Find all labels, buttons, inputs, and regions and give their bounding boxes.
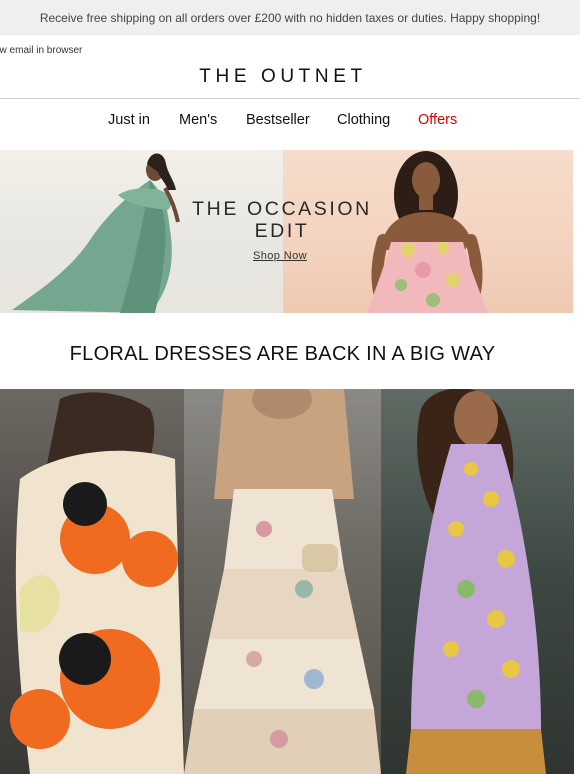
shop-now-link[interactable]: Shop Now bbox=[253, 250, 307, 262]
hero-title-line2: EDIT bbox=[254, 220, 310, 242]
nav-clothing[interactable]: Clothing bbox=[337, 112, 390, 128]
floral-photo-lilac[interactable] bbox=[381, 389, 574, 774]
woman-in-lilac-floral-dress-image bbox=[406, 389, 546, 774]
view-in-browser-link[interactable]: ew email in browser bbox=[0, 45, 82, 56]
main-nav: Just in Men's Bestseller Clothing Offers bbox=[0, 98, 580, 143]
floral-photo-orange[interactable] bbox=[0, 389, 184, 774]
brand-logo[interactable]: THE OUTNET bbox=[0, 66, 566, 88]
nav-offers[interactable]: Offers bbox=[418, 112, 457, 128]
promo-text: Receive free shipping on all orders over… bbox=[39, 10, 541, 25]
nav-mens[interactable]: Men's bbox=[179, 112, 217, 128]
floral-photo-ruffle[interactable] bbox=[184, 389, 381, 774]
hero-title: THE OCCASION EDIT bbox=[186, 198, 378, 242]
nav-just-in[interactable]: Just in bbox=[108, 112, 150, 128]
nav-bestseller[interactable]: Bestseller bbox=[246, 112, 310, 128]
hero-title-line1: THE OCCASION bbox=[192, 198, 372, 220]
promo-banner: Receive free shipping on all orders over… bbox=[0, 0, 580, 35]
woman-in-tiered-floral-dress-image bbox=[184, 389, 381, 774]
woman-in-orange-floral-dress-image bbox=[10, 392, 184, 774]
section-headline: FLORAL DRESSES ARE BACK IN A BIG WAY bbox=[69, 343, 496, 365]
